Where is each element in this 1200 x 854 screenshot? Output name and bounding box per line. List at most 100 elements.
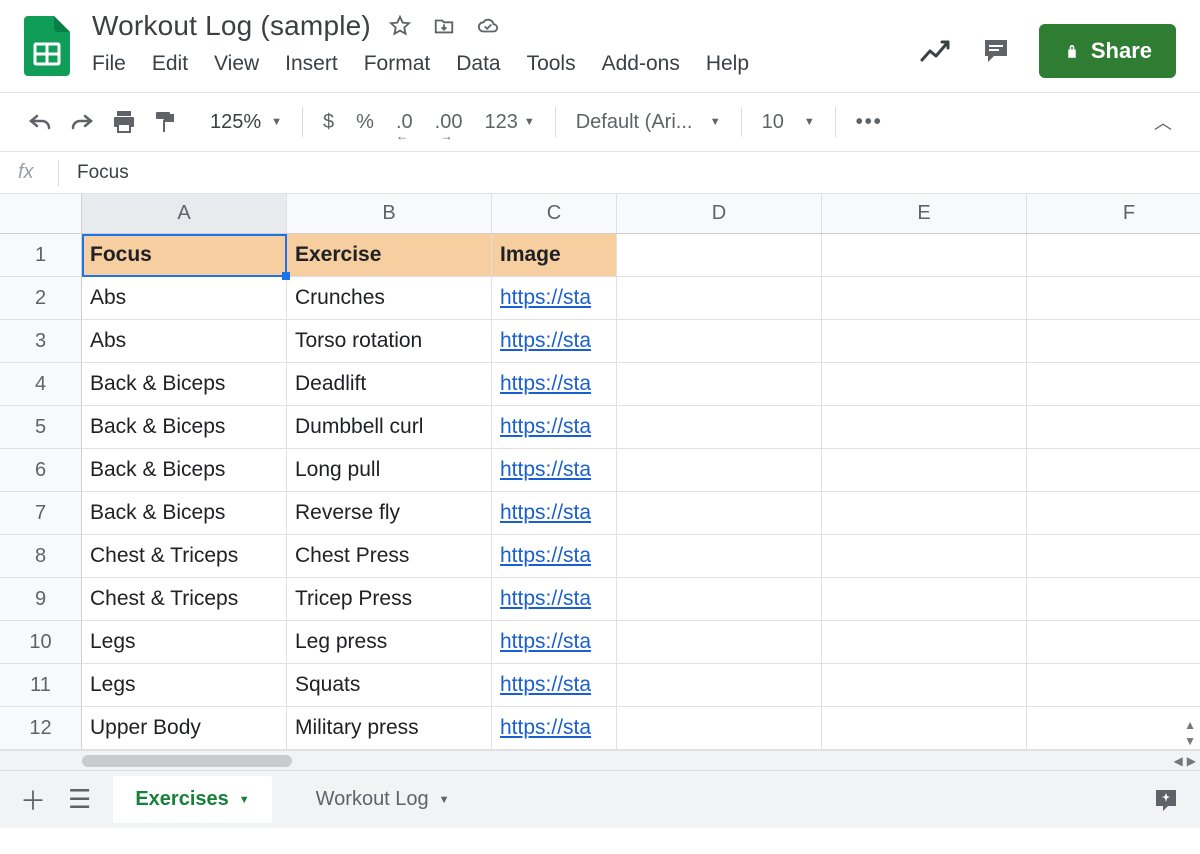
- row-header[interactable]: 7: [0, 492, 82, 535]
- col-header-E[interactable]: E: [822, 194, 1027, 233]
- cell[interactable]: https://sta: [492, 492, 617, 535]
- comments-icon[interactable]: [981, 36, 1011, 66]
- cell[interactable]: [617, 535, 822, 578]
- cell[interactable]: [822, 492, 1027, 535]
- font-select[interactable]: Default (Ari... ▼: [576, 111, 721, 134]
- cell[interactable]: Chest & Triceps: [82, 535, 287, 578]
- cell[interactable]: [1027, 320, 1200, 363]
- cell[interactable]: [1027, 664, 1200, 707]
- image-link[interactable]: https://sta: [500, 673, 591, 697]
- image-link[interactable]: https://sta: [500, 372, 591, 396]
- cell[interactable]: [617, 707, 822, 750]
- cell[interactable]: [822, 707, 1027, 750]
- col-header-B[interactable]: B: [287, 194, 492, 233]
- cell[interactable]: Back & Biceps: [82, 449, 287, 492]
- row-header[interactable]: 1: [0, 234, 82, 277]
- cell[interactable]: Military press: [287, 707, 492, 750]
- undo-icon[interactable]: [28, 112, 52, 132]
- increase-decimal-button[interactable]: .00 →: [435, 111, 463, 134]
- vertical-scroll-arrows[interactable]: ▲▼: [1184, 718, 1196, 748]
- row-header[interactable]: 2: [0, 277, 82, 320]
- sheets-logo-icon[interactable]: [22, 14, 72, 78]
- print-icon[interactable]: [112, 111, 136, 133]
- cell[interactable]: Long pull: [287, 449, 492, 492]
- cell[interactable]: [1027, 406, 1200, 449]
- image-link[interactable]: https://sta: [500, 630, 591, 654]
- cell[interactable]: [1027, 535, 1200, 578]
- tab-workout-log[interactable]: Workout Log ▼: [294, 776, 472, 823]
- cell[interactable]: [1027, 621, 1200, 664]
- cell[interactable]: Dumbbell curl: [287, 406, 492, 449]
- menu-view[interactable]: View: [214, 52, 259, 76]
- cell[interactable]: Legs: [82, 664, 287, 707]
- cell[interactable]: [1027, 492, 1200, 535]
- cell[interactable]: [617, 406, 822, 449]
- move-icon[interactable]: [433, 15, 455, 37]
- tab-exercises[interactable]: Exercises ▼: [113, 776, 271, 823]
- share-button[interactable]: Share: [1039, 24, 1176, 78]
- menu-insert[interactable]: Insert: [285, 52, 338, 76]
- cell[interactable]: [822, 234, 1027, 277]
- cell[interactable]: Focus: [82, 234, 287, 277]
- cell[interactable]: [617, 277, 822, 320]
- cell[interactable]: [822, 535, 1027, 578]
- cell[interactable]: [1027, 707, 1200, 750]
- menu-format[interactable]: Format: [364, 52, 431, 76]
- row-header[interactable]: 4: [0, 363, 82, 406]
- cell[interactable]: https://sta: [492, 449, 617, 492]
- cell[interactable]: Chest & Triceps: [82, 578, 287, 621]
- row-header[interactable]: 10: [0, 621, 82, 664]
- cell[interactable]: Back & Biceps: [82, 363, 287, 406]
- cell[interactable]: [1027, 363, 1200, 406]
- col-header-D[interactable]: D: [617, 194, 822, 233]
- cell[interactable]: [822, 363, 1027, 406]
- row-header[interactable]: 3: [0, 320, 82, 363]
- cloud-status-icon[interactable]: [477, 15, 499, 37]
- currency-format-button[interactable]: $: [323, 111, 334, 134]
- cell[interactable]: Image: [492, 234, 617, 277]
- add-sheet-icon[interactable]: ＋: [20, 781, 46, 818]
- cell[interactable]: [822, 664, 1027, 707]
- cell[interactable]: Tricep Press: [287, 578, 492, 621]
- cell[interactable]: [822, 277, 1027, 320]
- cell[interactable]: [617, 320, 822, 363]
- decrease-decimal-button[interactable]: .0 ←: [396, 111, 413, 134]
- cell[interactable]: [617, 492, 822, 535]
- cell[interactable]: Back & Biceps: [82, 492, 287, 535]
- image-link[interactable]: https://sta: [500, 458, 591, 482]
- formula-bar[interactable]: fx Focus: [0, 152, 1200, 194]
- cell[interactable]: Back & Biceps: [82, 406, 287, 449]
- image-link[interactable]: https://sta: [500, 716, 591, 740]
- menu-edit[interactable]: Edit: [152, 52, 188, 76]
- image-link[interactable]: https://sta: [500, 544, 591, 568]
- cell[interactable]: [822, 406, 1027, 449]
- redo-icon[interactable]: [70, 112, 94, 132]
- cell[interactable]: Exercise: [287, 234, 492, 277]
- menu-help[interactable]: Help: [706, 52, 749, 76]
- cell[interactable]: [617, 664, 822, 707]
- image-link[interactable]: https://sta: [500, 501, 591, 525]
- cell[interactable]: https://sta: [492, 707, 617, 750]
- cell[interactable]: [822, 320, 1027, 363]
- cell[interactable]: Deadlift: [287, 363, 492, 406]
- cell[interactable]: https://sta: [492, 406, 617, 449]
- explore-icon[interactable]: [1152, 786, 1180, 814]
- percent-format-button[interactable]: %: [356, 111, 374, 134]
- row-header[interactable]: 11: [0, 664, 82, 707]
- cell[interactable]: [617, 363, 822, 406]
- cell[interactable]: [617, 234, 822, 277]
- cell[interactable]: [1027, 277, 1200, 320]
- image-link[interactable]: https://sta: [500, 415, 591, 439]
- cell[interactable]: Abs: [82, 277, 287, 320]
- row-header[interactable]: 9: [0, 578, 82, 621]
- cell[interactable]: https://sta: [492, 621, 617, 664]
- menu-data[interactable]: Data: [456, 52, 500, 76]
- number-format-button[interactable]: 123 ▼: [484, 111, 534, 134]
- col-header-A[interactable]: A: [82, 194, 287, 233]
- menu-tools[interactable]: Tools: [527, 52, 576, 76]
- activity-trend-icon[interactable]: [919, 38, 953, 64]
- more-toolbar-icon[interactable]: •••: [856, 111, 883, 134]
- cell[interactable]: https://sta: [492, 664, 617, 707]
- row-header[interactable]: 12: [0, 707, 82, 750]
- row-header[interactable]: 6: [0, 449, 82, 492]
